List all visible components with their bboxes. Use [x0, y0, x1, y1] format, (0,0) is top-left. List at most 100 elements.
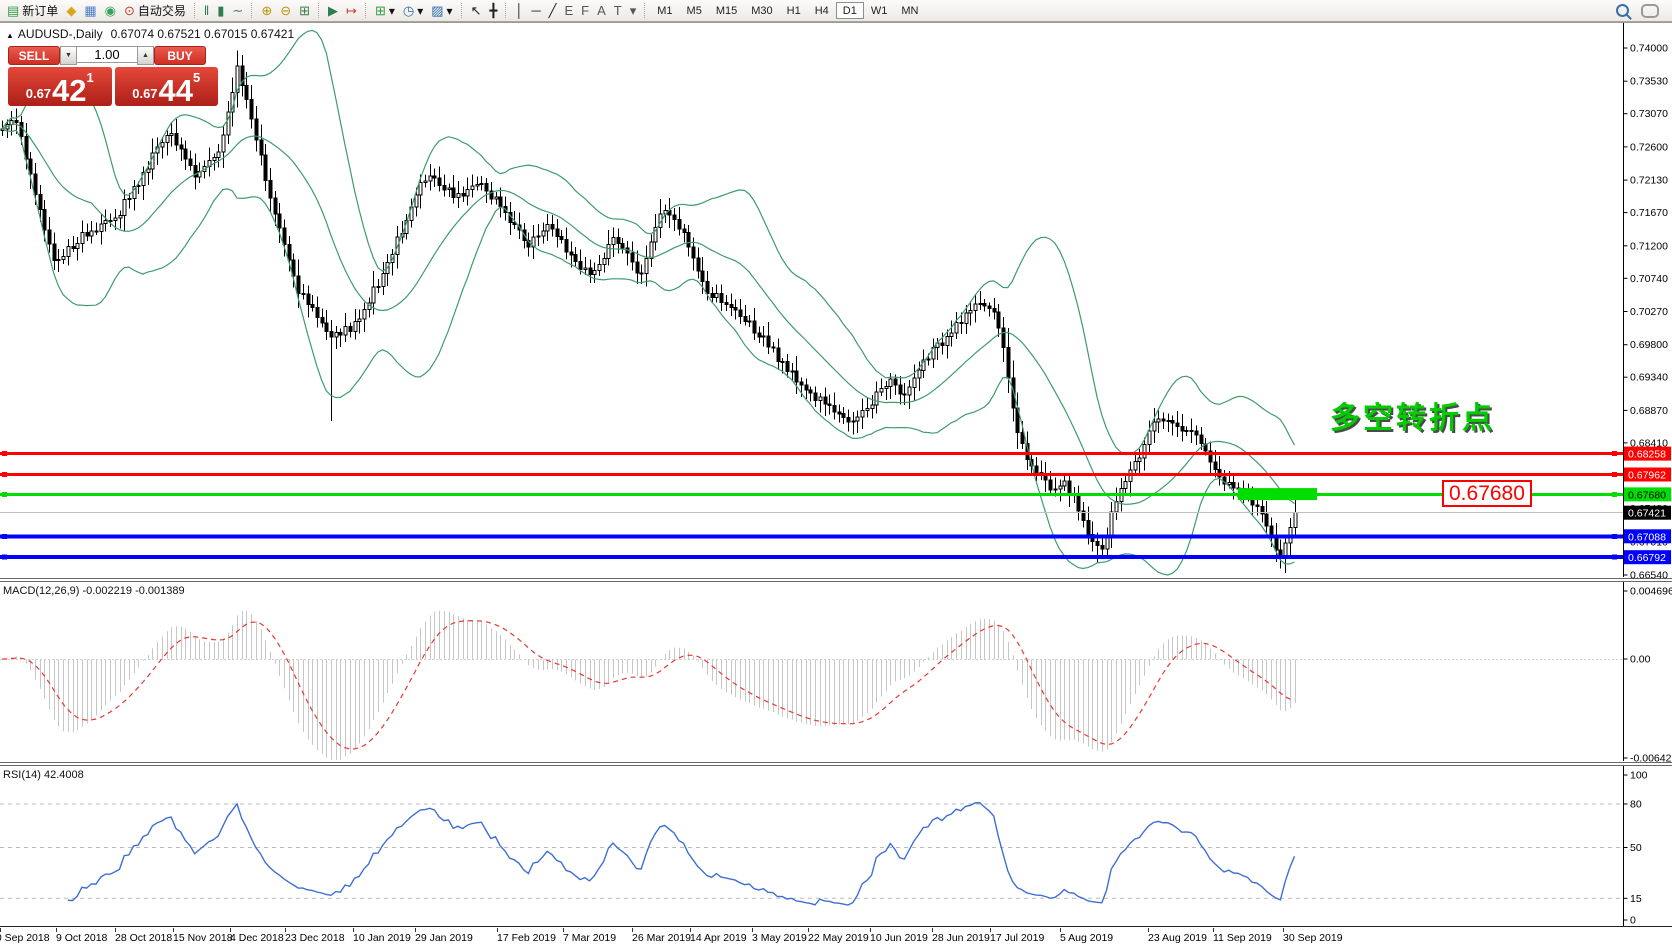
vertical-line-button[interactable]: │	[511, 1, 527, 21]
crosshair-button[interactable]: ╋	[485, 1, 501, 21]
svg-text:50: 50	[1630, 842, 1642, 854]
svg-text:0.70740: 0.70740	[1630, 273, 1668, 285]
signals-button[interactable]: ◉	[101, 1, 120, 21]
timeframe-h1[interactable]: H1	[780, 2, 808, 19]
zoom-in-button[interactable]: ⊕	[257, 1, 276, 21]
rsi-indicator-label: RSI(14) 42.4008	[3, 769, 84, 781]
bar-chart-icon: ‖	[204, 4, 209, 17]
zoom-out-button[interactable]: ⊖	[276, 1, 295, 21]
tile-windows-button[interactable]: ⊞	[295, 1, 314, 21]
svg-text:0.73530: 0.73530	[1630, 76, 1668, 88]
svg-text:0.74000: 0.74000	[1630, 43, 1668, 55]
sell-price-panel[interactable]: 0.67421	[8, 67, 112, 106]
new-chart-button[interactable]: ⊞▾	[371, 1, 399, 21]
volume-increase-button[interactable]: ▲	[137, 46, 154, 65]
terminal-button[interactable]: ▦	[80, 1, 100, 21]
svg-text:30 Sep 2019: 30 Sep 2019	[1283, 932, 1343, 944]
auto-scroll-icon: ▶	[328, 4, 338, 17]
timeframe-h4[interactable]: H4	[808, 2, 836, 19]
new-order-button[interactable]: ▤新订单	[3, 1, 62, 21]
candlestick-chart-button[interactable]: ▮	[213, 1, 228, 21]
timeframe-d1[interactable]: D1	[836, 2, 864, 19]
metaeditor-icon: ◆	[66, 4, 76, 17]
horizontal-level-line-0.66792[interactable]	[0, 555, 1623, 560]
svg-text:0.66540: 0.66540	[1630, 570, 1668, 582]
horizontal-level-line-0.67088[interactable]	[0, 534, 1623, 539]
arrows-button[interactable]: ▾	[626, 1, 641, 21]
sell-price-big: 42	[52, 76, 86, 105]
one-click-trading-panel: SELL ▼ ▲ BUY 0.67421 0.67445	[8, 46, 218, 106]
bar-chart-button[interactable]: ‖	[200, 1, 213, 21]
profiles-button[interactable]: ◷▾	[399, 1, 427, 21]
chart-annotation-text: 多空转折点	[1330, 393, 1495, 437]
svg-text:0.00: 0.00	[1630, 654, 1651, 666]
signals-icon: ◉	[105, 4, 116, 17]
metaeditor-button[interactable]: ◆	[62, 1, 80, 21]
zoom-in-icon: ⊕	[261, 4, 272, 17]
date-axis[interactable]: 20 Sep 20189 Oct 201828 Oct 201815 Nov 2…	[0, 928, 1343, 944]
collapse-one-click-arrow[interactable]: ▲	[6, 31, 14, 40]
svg-text:0.67962: 0.67962	[1628, 470, 1666, 482]
timeframe-m30[interactable]: M30	[744, 2, 779, 19]
ohlc-values: 0.67074 0.67521 0.67015 0.67421	[111, 27, 295, 41]
svg-text:100: 100	[1630, 770, 1648, 782]
templates-label: ▾	[447, 4, 453, 18]
fibonacci-button[interactable]: F	[577, 1, 593, 21]
svg-text:10 Jun 2019: 10 Jun 2019	[870, 932, 928, 944]
new-order-icon: ▤	[7, 4, 19, 17]
svg-text:80: 80	[1630, 799, 1642, 811]
timeframe-mn[interactable]: MN	[894, 2, 925, 19]
auto-trading-button[interactable]: ⊙自动交易	[120, 1, 190, 21]
price-level-flag: 0.67680	[1442, 480, 1532, 507]
chat-icon[interactable]	[1641, 4, 1659, 18]
equidistant-channel-button[interactable]: E	[560, 1, 577, 21]
timeframe-m15[interactable]: M15	[709, 2, 744, 19]
cursor-button[interactable]: ↖	[467, 1, 486, 21]
line-chart-button[interactable]: ∼	[228, 1, 247, 21]
timeframe-m1[interactable]: M1	[650, 2, 679, 19]
macd-axis: 0.0046960.00-0.006427	[1624, 586, 1672, 765]
horizontal-level-line-0.68258[interactable]	[0, 451, 1623, 456]
label-icon: T	[614, 4, 622, 17]
price-chart[interactable]: 0.740000.735300.730700.726000.721300.716…	[0, 0, 1672, 947]
buy-price-sup: 5	[193, 70, 200, 85]
chart-shift-button[interactable]: ↦	[342, 1, 361, 21]
sell-price-sup: 1	[87, 70, 94, 85]
text-label-button[interactable]: T	[610, 1, 626, 21]
svg-text:7 Mar 2019: 7 Mar 2019	[563, 932, 616, 944]
trendline-button[interactable]: ╱	[545, 1, 561, 21]
axis-price-label-0.67421: 0.67421	[1624, 506, 1671, 520]
horizontal-level-line-0.67962[interactable]	[0, 472, 1623, 477]
svg-text:28 Jun 2019: 28 Jun 2019	[932, 932, 990, 944]
axis-price-label-0.67088: 0.67088	[1624, 529, 1671, 543]
volume-decrease-button[interactable]: ▼	[60, 46, 77, 65]
svg-text:0.67421: 0.67421	[1628, 508, 1666, 520]
horizontal-level-line-0.67680[interactable]	[0, 492, 1623, 497]
svg-text:0.67088: 0.67088	[1628, 531, 1666, 543]
svg-text:0.73070: 0.73070	[1630, 108, 1668, 120]
arrows-icon: ▾	[630, 4, 637, 17]
sell-button[interactable]: SELL	[8, 46, 60, 65]
timeframe-w1[interactable]: W1	[864, 2, 895, 19]
svg-text:0.71200: 0.71200	[1630, 240, 1668, 252]
svg-text:3 May 2019: 3 May 2019	[752, 932, 807, 944]
volume-input[interactable]	[77, 46, 137, 63]
mt4-window: ▤新订单◆▦◉⊙自动交易‖▮∼⊕⊖⊞▶↦⊞▾◷▾▨▾↖╋│─╱EFAT▾M1M5…	[0, 0, 1672, 947]
timeframe-m5[interactable]: M5	[680, 2, 709, 19]
text-button[interactable]: A	[593, 1, 610, 21]
svg-text:0.69800: 0.69800	[1630, 339, 1668, 351]
macd-histogram	[0, 611, 1623, 760]
search-icon[interactable]	[1616, 4, 1629, 17]
horizontal-line-button[interactable]: ─	[527, 1, 544, 21]
crosshair-icon: ╋	[489, 4, 497, 17]
svg-text:0.70270: 0.70270	[1630, 306, 1668, 318]
toolbar-separator	[644, 3, 646, 18]
buy-price-panel[interactable]: 0.67445	[115, 67, 219, 106]
svg-text:23 Aug 2019: 23 Aug 2019	[1148, 932, 1207, 944]
horizontal-line-icon: ─	[531, 4, 540, 17]
templates-button[interactable]: ▨▾	[427, 1, 456, 21]
auto-scroll-button[interactable]: ▶	[324, 1, 342, 21]
svg-text:9 Oct 2018: 9 Oct 2018	[56, 932, 108, 944]
clock-icon: ◷	[403, 4, 414, 17]
buy-button[interactable]: BUY	[154, 46, 206, 65]
